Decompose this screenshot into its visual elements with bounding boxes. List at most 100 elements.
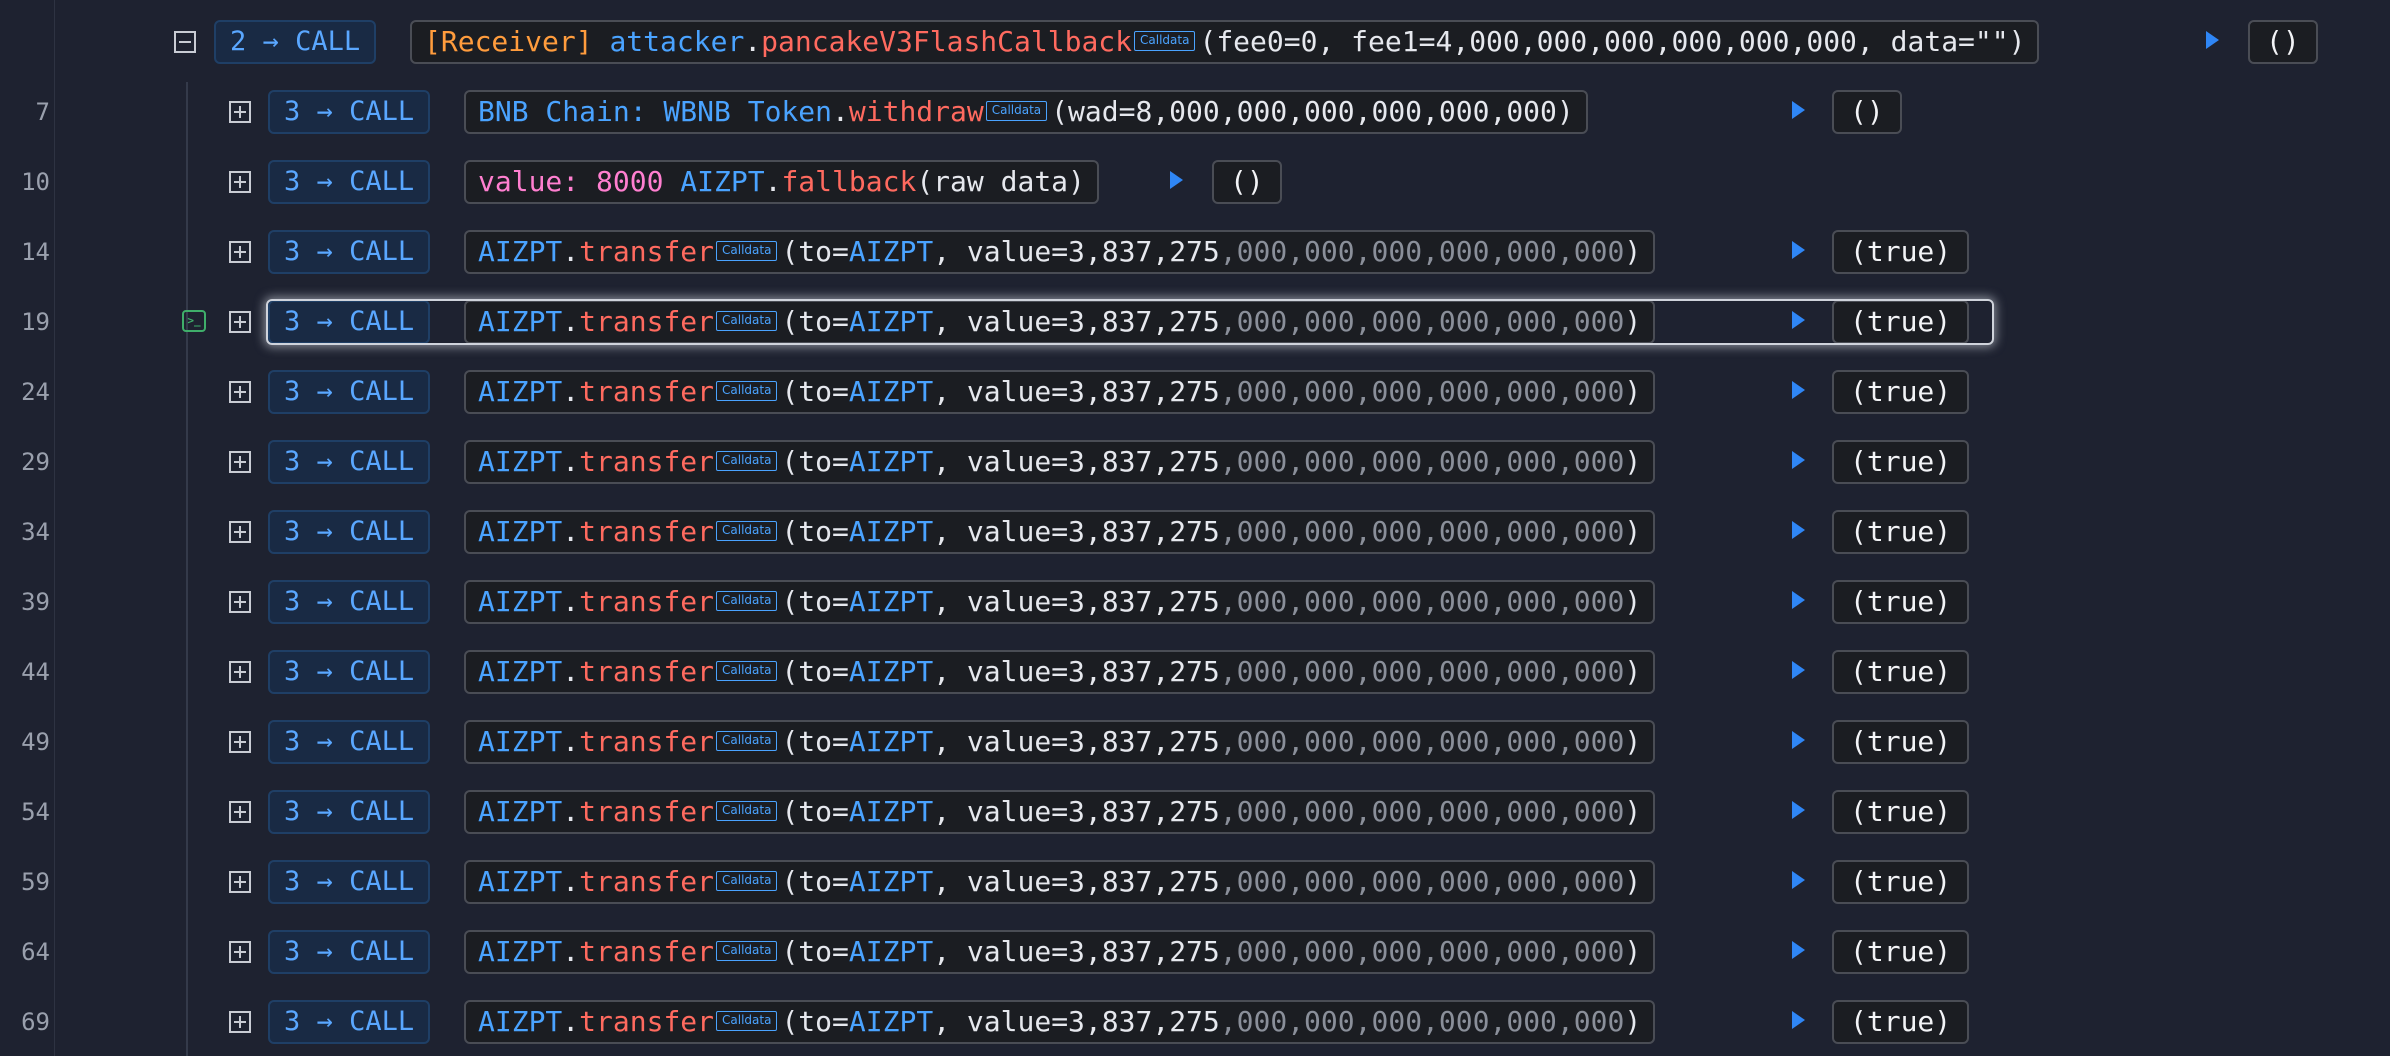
line-number: 24	[21, 378, 50, 406]
trace-row: 54 3 → CALL AIZPT.transfer Calldata (to=AI…	[0, 788, 2390, 836]
return-value: ()	[1212, 160, 1282, 204]
expand-toggle-icon[interactable]	[229, 171, 251, 193]
calldata-badge[interactable]: Calldata	[1134, 31, 1196, 51]
expand-toggle-icon[interactable]	[229, 451, 251, 473]
call-depth-badge: 3 → CALL	[268, 160, 431, 204]
return-value: ()	[2248, 20, 2318, 64]
call-value: value: 8000	[478, 165, 664, 198]
trace-row: 29 3 → CALL AIZPT.transfer Calldata (to=AI…	[0, 438, 2390, 486]
play-icon[interactable]	[2206, 31, 2219, 49]
call-frame[interactable]: AIZPT.transfer Calldata (to=AIZPT, value=3…	[464, 860, 1656, 904]
call-frame[interactable]: AIZPT.transfer Calldata (to=AIZPT, value=3…	[464, 580, 1656, 624]
trace-row: 69 3 → CALL AIZPT.transfer Calldata (to=AI…	[0, 998, 2390, 1046]
call-depth-badge: 3 → CALL	[268, 860, 431, 904]
line-number: 34	[21, 518, 50, 546]
play-icon[interactable]	[1792, 941, 1805, 959]
calldata-badge[interactable]: Calldata	[716, 731, 778, 751]
calldata-badge[interactable]: Calldata	[716, 661, 778, 681]
collapse-toggle-icon[interactable]	[174, 31, 196, 53]
trace-row: 44 3 → CALL AIZPT.transfer Calldata (to=AI…	[0, 648, 2390, 696]
play-icon[interactable]	[1792, 871, 1805, 889]
trace-row: 59 3 → CALL AIZPT.transfer Calldata (to=AI…	[0, 858, 2390, 906]
calldata-badge[interactable]: Calldata	[716, 451, 778, 471]
expand-toggle-icon[interactable]	[229, 591, 251, 613]
expand-toggle-icon[interactable]	[229, 871, 251, 893]
return-value: (true)	[1832, 580, 1970, 624]
line-number: 14	[21, 238, 50, 266]
calldata-badge[interactable]: Calldata	[716, 311, 778, 331]
play-icon[interactable]	[1792, 241, 1805, 259]
line-number: 7	[35, 98, 50, 126]
call-frame[interactable]: value: 8000 AIZPT.fallback(raw data)	[464, 160, 1099, 204]
play-icon[interactable]	[1792, 311, 1805, 329]
expand-toggle-icon[interactable]	[229, 661, 251, 683]
line-number: 19	[21, 308, 50, 336]
call-frame[interactable]: AIZPT.transfer Calldata (to=AIZPT, value=3…	[464, 510, 1656, 554]
call-frame[interactable]: AIZPT.transfer Calldata (to=AIZPT, value=3…	[464, 300, 1656, 344]
return-value: (true)	[1832, 650, 1970, 694]
trace-row: 2 → CALL [Receiver] attacker.pancakeV3Fl…	[0, 18, 2390, 66]
call-frame[interactable]: BNB Chain: WBNB Token.withdraw Calldata (w…	[464, 90, 1588, 134]
call-frame[interactable]: [Receiver] attacker.pancakeV3FlashCallba…	[410, 20, 2040, 64]
play-icon[interactable]	[1170, 171, 1183, 189]
call-depth-badge: 2 → CALL	[214, 20, 377, 64]
play-icon[interactable]	[1792, 1011, 1805, 1029]
expand-toggle-icon[interactable]	[229, 241, 251, 263]
expand-toggle-icon[interactable]	[229, 311, 251, 333]
trace-row: 49 3 → CALL AIZPT.transfer Calldata (to=AI…	[0, 718, 2390, 766]
play-icon[interactable]	[1792, 521, 1805, 539]
calldata-badge[interactable]: Calldata	[716, 241, 778, 261]
play-icon[interactable]	[1792, 731, 1805, 749]
call-frame[interactable]: AIZPT.transfer Calldata (to=AIZPT, value=3…	[464, 440, 1656, 484]
expand-toggle-icon[interactable]	[229, 101, 251, 123]
play-icon[interactable]	[1792, 661, 1805, 679]
calldata-badge[interactable]: Calldata	[716, 521, 778, 541]
trace-row: 7 3 → CALL BNB Chain: WBNB Token.withdra…	[0, 88, 2390, 136]
line-number: 10	[21, 168, 50, 196]
expand-toggle-icon[interactable]	[229, 731, 251, 753]
call-depth-badge: 3 → CALL	[268, 650, 431, 694]
call-depth-badge: 3 → CALL	[268, 440, 431, 484]
expand-toggle-icon[interactable]	[229, 941, 251, 963]
return-value: (true)	[1832, 930, 1970, 974]
call-frame[interactable]: AIZPT.transfer Calldata (to=AIZPT, value=3…	[464, 1000, 1656, 1044]
play-icon[interactable]	[1792, 801, 1805, 819]
trace-row: 34 3 → CALL AIZPT.transfer Calldata (to=AI…	[0, 508, 2390, 556]
play-icon[interactable]	[1792, 101, 1805, 119]
return-value: (true)	[1832, 860, 1970, 904]
call-depth-badge: 3 → CALL	[268, 230, 431, 274]
call-depth-badge: 3 → CALL	[268, 300, 431, 344]
calldata-badge[interactable]: Calldata	[716, 591, 778, 611]
calldata-badge[interactable]: Calldata	[716, 381, 778, 401]
call-depth-badge: 3 → CALL	[268, 720, 431, 764]
return-value: (true)	[1832, 300, 1970, 344]
play-icon[interactable]	[1792, 591, 1805, 609]
call-depth-badge: 3 → CALL	[268, 930, 431, 974]
expand-toggle-icon[interactable]	[229, 801, 251, 823]
trace-row: 64 3 → CALL AIZPT.transfer Calldata (to=AI…	[0, 928, 2390, 976]
call-frame[interactable]: AIZPT.transfer Calldata (to=AIZPT, value=3…	[464, 230, 1656, 274]
expand-toggle-icon[interactable]	[229, 381, 251, 403]
return-value: (true)	[1832, 720, 1970, 764]
calldata-badge[interactable]: Calldata	[716, 941, 778, 961]
expand-toggle-icon[interactable]	[229, 521, 251, 543]
call-frame[interactable]: AIZPT.transfer Calldata (to=AIZPT, value=3…	[464, 720, 1656, 764]
call-frame[interactable]: AIZPT.transfer Calldata (to=AIZPT, value=3…	[464, 930, 1656, 974]
trace-row-selected: 19 >_ 3 → CALL AIZPT.transfer Calldata (to…	[0, 298, 2390, 346]
terminal-icon[interactable]: >_	[182, 310, 206, 332]
trace-row: 10 3 → CALL value: 8000 AIZPT.fallback(r…	[0, 158, 2390, 206]
play-icon[interactable]	[1792, 451, 1805, 469]
expand-toggle-icon[interactable]	[229, 1011, 251, 1033]
play-icon[interactable]	[1792, 381, 1805, 399]
calldata-badge[interactable]: Calldata	[716, 801, 778, 821]
call-frame[interactable]: AIZPT.transfer Calldata (to=AIZPT, value=3…	[464, 650, 1656, 694]
call-frame[interactable]: AIZPT.transfer Calldata (to=AIZPT, value=3…	[464, 370, 1656, 414]
calldata-badge[interactable]: Calldata	[985, 101, 1048, 121]
call-frame[interactable]: AIZPT.transfer Calldata (to=AIZPT, value=3…	[464, 790, 1656, 834]
line-number: 39	[21, 588, 50, 616]
trace-row: 14 3 → CALL AIZPT.transfer Calldata (to=AI…	[0, 228, 2390, 276]
calldata-badge[interactable]: Calldata	[716, 871, 778, 891]
line-number: 44	[21, 658, 50, 686]
calldata-badge[interactable]: Calldata	[716, 1011, 778, 1031]
return-value: (true)	[1832, 440, 1970, 484]
